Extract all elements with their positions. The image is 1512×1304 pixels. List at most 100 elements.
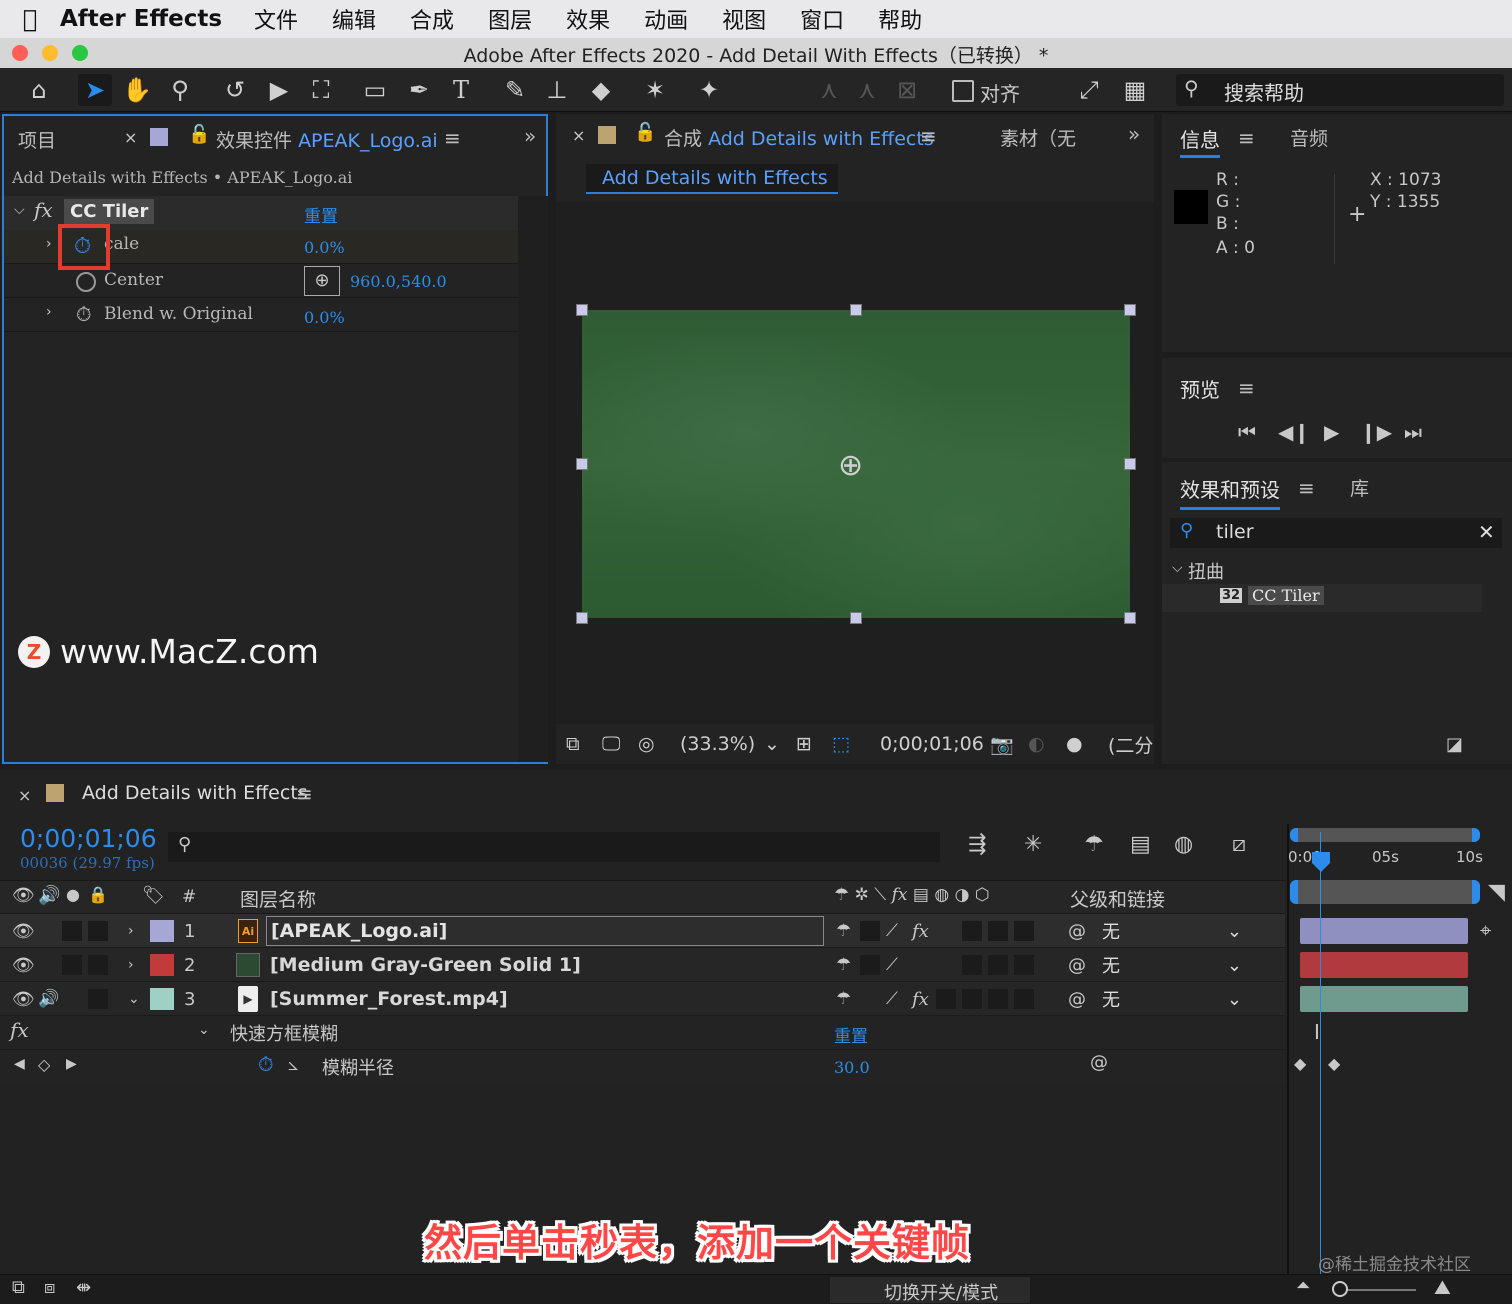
comp-flowchart-icon[interactable]: ⇶ [968,832,986,857]
transform-handle[interactable] [576,458,588,470]
pen-tool-icon[interactable]: ✒ [402,74,436,106]
fx-icon[interactable]: fx [34,198,53,222]
next-keyframe-icon[interactable]: ▶ [66,1056,77,1072]
show-snapshot-icon[interactable]: ◐ [1028,728,1045,760]
close-icon[interactable]: × [124,128,137,147]
chevron-right-icon[interactable]: › [46,304,52,320]
transfer-controls-icon[interactable]: ⧈ [44,1277,55,1298]
switch-cell[interactable] [88,921,108,941]
eye-icon[interactable]: 👁 [12,948,35,982]
speaker-icon[interactable]: 🔊 [38,982,59,1016]
effect-name[interactable]: CC Tiler [64,199,155,224]
chevron-down-icon[interactable]: ⌄ [128,982,140,1016]
tab-library[interactable]: 库 [1350,474,1369,501]
panel-menu-icon[interactable]: ≡ [296,782,313,806]
chevron-down-icon[interactable]: ⌵ [14,202,25,218]
transform-handle[interactable] [576,304,588,316]
panel-menu-icon[interactable]: ≡ [1298,476,1315,500]
switch-cell[interactable] [988,989,1008,1009]
switch-cell[interactable] [988,955,1008,975]
next-frame-icon[interactable]: ❙▶ [1360,420,1392,444]
layer-label-color[interactable] [150,954,174,976]
previous-frame-icon[interactable]: ◀❙ [1278,420,1310,444]
zoom-slider-knob[interactable] [1332,1281,1348,1297]
always-preview-icon[interactable]: ⧉ [566,728,580,760]
panel-menu-icon[interactable]: ≡ [1238,126,1255,150]
menu-animation[interactable]: 动画 [644,3,688,35]
lock-icon[interactable]: 🔓 [188,124,210,145]
switch-cell[interactable] [1014,989,1034,1009]
transform-handle[interactable] [1124,304,1136,316]
time-indicator-icon[interactable]: ⌖ [1480,918,1491,942]
quality-switch-icon[interactable]: ⟋ [886,914,898,948]
fx-switch-icon[interactable]: fx [912,914,929,948]
camera-tool-icon[interactable]: ▶ [262,74,296,106]
shy-switch-icon[interactable]: ☂ [836,914,851,948]
menu-layer[interactable]: 图层 [488,3,532,35]
time-navigator[interactable] [1290,828,1480,842]
transform-handle[interactable] [850,304,862,316]
transform-handle[interactable] [1124,612,1136,624]
workspace-icon[interactable]: ▦ [1118,74,1152,106]
fx-icon[interactable]: fx [10,1018,29,1042]
channels-icon[interactable]: ● [1066,728,1083,760]
menu-effect[interactable]: 效果 [566,3,610,35]
new-folder-icon[interactable]: ◪ [1446,734,1463,755]
safe-zones-icon[interactable]: ⊞ [796,728,812,760]
brush-tool-icon[interactable]: ✎ [498,74,532,106]
tab-project[interactable]: 项目 [18,126,56,153]
zoom-tool-icon[interactable]: ⚲ [163,74,197,106]
last-frame-icon[interactable]: ⏭ [1404,420,1422,444]
switch-cell[interactable] [962,921,982,941]
menu-help[interactable]: 帮助 [878,3,922,35]
speaker-icon[interactable]: 🔊 [38,885,60,906]
parent-dropdown[interactable]: 无 ⌄ [1102,986,1252,1012]
snapshot-icon[interactable]: 📷 [990,728,1014,760]
stopwatch-icon[interactable]: ⏱ [74,234,91,259]
stopwatch-icon[interactable]: ⏱ [258,1052,274,1076]
shy-switch-icon[interactable]: ☂ [836,982,851,1016]
blend-value[interactable]: 0.0% [304,308,345,327]
graph-editor-icon[interactable]: ⧄ [1232,832,1246,857]
parent-dropdown[interactable]: 无 ⌄ [1102,952,1252,978]
timeline-tab[interactable]: Add Details with Effects [82,782,308,804]
search-help-field[interactable]: ⚲ 搜索帮助 [1176,74,1504,106]
switch-cell[interactable] [962,989,982,1009]
transform-handle[interactable] [1124,458,1136,470]
chevron-right-icon[interactable]: › [46,236,52,252]
stopwatch-icon[interactable]: ⏱ [76,302,92,326]
layer-label-color[interactable] [150,988,174,1010]
effects-search-input[interactable]: ⚲ tiler ✕ [1170,518,1502,548]
chevron-down-icon[interactable]: ⌄ [764,728,780,760]
switch-cell[interactable] [88,989,108,1009]
close-icon[interactable]: × [572,126,585,145]
layer-label-color[interactable] [150,920,174,942]
eye-icon[interactable]: 👁 [12,982,35,1016]
toggle-switches-button[interactable]: 切换开关/模式 [830,1277,1030,1304]
switch-cell[interactable] [936,989,956,1009]
property-row[interactable]: ◀ ◇ ▶ ⏱ ⦣ 模糊半径 30.0 @ [0,1050,1285,1084]
menu-file[interactable]: 文件 [254,3,298,35]
comp-nav-button[interactable]: Add Details with Effects [586,164,838,194]
quality-switch-icon[interactable]: ⟋ [886,982,898,1016]
category-distort[interactable]: 扭曲 [1188,558,1224,584]
scrollbar[interactable] [518,196,548,762]
roto-brush-tool-icon[interactable]: ✶ [638,74,672,106]
anchor-point-icon[interactable]: ⊕ [838,448,863,483]
selection-tool-icon[interactable]: ➤ [78,74,112,106]
graph-icon[interactable]: ⦣ [288,1054,298,1075]
switch-cell[interactable] [988,921,1008,941]
viewer-timecode[interactable]: 0;00;01;06 [880,728,984,760]
fx-switch-icon[interactable]: fx [912,982,929,1016]
effect-list-item[interactable]: 32 CC Tiler [1162,584,1482,612]
tab-composition[interactable]: 合成 Add Details with Effects [664,124,934,151]
first-frame-icon[interactable]: ⏮ [1238,420,1256,444]
apple-icon[interactable]:  [0,5,60,33]
draft-3d-icon[interactable]: ✳ [1024,832,1042,857]
label-tag-icon[interactable]: 🏷 [142,885,165,906]
panel-menu-icon[interactable]: ≡ [920,124,937,148]
chevron-right-icon[interactable]: › [128,914,134,948]
pick-whip-icon[interactable]: @ [1068,948,1086,982]
monitor-icon[interactable]: 🖵 [602,728,620,760]
work-area-bar[interactable] [1290,880,1480,904]
